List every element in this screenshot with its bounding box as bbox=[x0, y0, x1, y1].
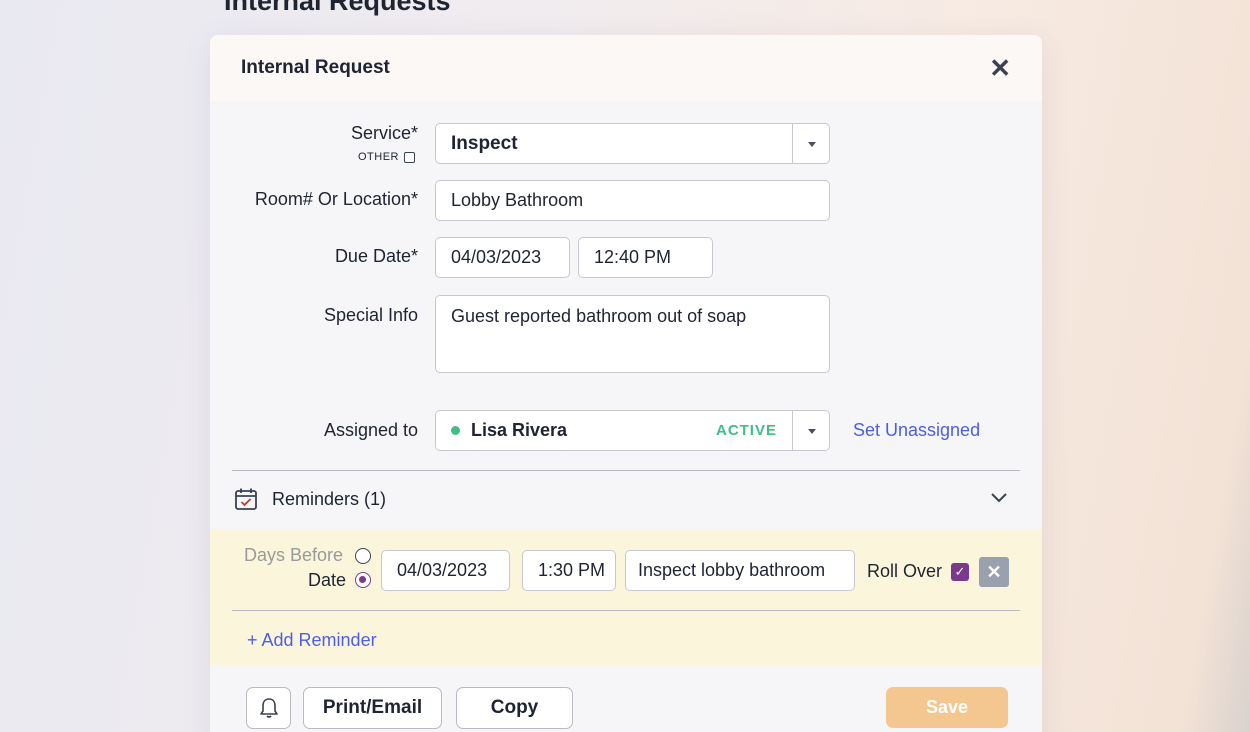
due-time-input[interactable]: 12:40 PM bbox=[578, 237, 713, 278]
bell-button[interactable] bbox=[246, 687, 291, 729]
service-select[interactable]: Inspect bbox=[435, 123, 830, 164]
chevron-down-icon[interactable] bbox=[990, 492, 1008, 504]
bell-icon bbox=[259, 698, 278, 718]
days-before-radio[interactable] bbox=[355, 548, 371, 564]
days-before-label: Days Before bbox=[244, 545, 344, 565]
modal-header: Internal Request ✕ bbox=[210, 35, 1042, 101]
reminder-time-input[interactable]: 1:30 PM bbox=[522, 550, 616, 591]
date-label: Date bbox=[308, 570, 347, 590]
copy-button[interactable]: Copy bbox=[456, 687, 573, 729]
room-input[interactable]: Lobby Bathroom bbox=[435, 180, 830, 221]
reminders-title: Reminders (1) bbox=[272, 489, 387, 509]
room-value: Lobby Bathroom bbox=[451, 190, 584, 210]
special-info-textarea[interactable]: Guest reported bathroom out of soap bbox=[435, 295, 830, 373]
roll-over-checkbox[interactable]: ✓ bbox=[951, 563, 969, 581]
roll-over-label: Roll Over bbox=[867, 561, 943, 581]
assigned-name: Lisa Rivera bbox=[471, 420, 568, 440]
reminder-text-input[interactable]: Inspect lobby bathroom bbox=[625, 550, 855, 591]
due-date-label: Due Date* bbox=[334, 246, 418, 266]
internal-request-modal: Internal Request ✕ Service* OTHER Inspec… bbox=[210, 35, 1042, 732]
divider bbox=[232, 470, 1020, 471]
status-badge: ACTIVE bbox=[715, 422, 777, 439]
other-label: OTHER bbox=[358, 151, 399, 163]
room-label: Room# Or Location* bbox=[254, 189, 418, 209]
due-time-value: 12:40 PM bbox=[594, 247, 672, 267]
reminder-text-value: Inspect lobby bathroom bbox=[638, 560, 826, 580]
due-date-value: 04/03/2023 bbox=[451, 247, 542, 267]
reminders-header[interactable]: Reminders (1) bbox=[232, 478, 1020, 522]
reminder-date-input[interactable]: 04/03/2023 bbox=[381, 550, 510, 591]
date-radio[interactable] bbox=[355, 572, 371, 588]
chevron-down-icon[interactable] bbox=[808, 141, 816, 147]
calendar-check-icon bbox=[235, 488, 257, 510]
reminder-panel: Days Before Date 04/03/2023 1:30 PM Insp… bbox=[210, 529, 1042, 665]
assigned-label: Assigned to bbox=[323, 420, 418, 440]
other-checkbox[interactable] bbox=[404, 151, 415, 163]
special-info-label: Special Info bbox=[323, 305, 418, 325]
due-date-input[interactable]: 04/03/2023 bbox=[435, 237, 570, 278]
page-heading: Internal Requests bbox=[224, 0, 451, 16]
other-option[interactable]: OTHER bbox=[358, 151, 415, 163]
set-unassigned-link[interactable]: Set Unassigned bbox=[853, 420, 980, 441]
delete-reminder-button[interactable]: ✕ bbox=[979, 557, 1009, 587]
close-icon[interactable]: ✕ bbox=[989, 55, 1011, 81]
status-dot bbox=[451, 426, 460, 435]
special-info-value: Guest reported bathroom out of soap bbox=[451, 306, 747, 326]
reminder-time-value: 1:30 PM bbox=[538, 560, 606, 580]
service-value: Inspect bbox=[451, 132, 518, 154]
save-button[interactable]: Save bbox=[886, 687, 1008, 728]
service-label: Service* bbox=[350, 123, 418, 143]
add-reminder-link[interactable]: + Add Reminder bbox=[247, 630, 377, 651]
assigned-select[interactable]: Lisa Rivera ACTIVE bbox=[435, 410, 830, 451]
print-email-button[interactable]: Print/Email bbox=[303, 687, 442, 729]
divider bbox=[232, 610, 1020, 611]
reminder-date-value: 04/03/2023 bbox=[397, 560, 488, 580]
chevron-down-icon[interactable] bbox=[808, 428, 816, 434]
modal-title: Internal Request bbox=[241, 57, 390, 78]
